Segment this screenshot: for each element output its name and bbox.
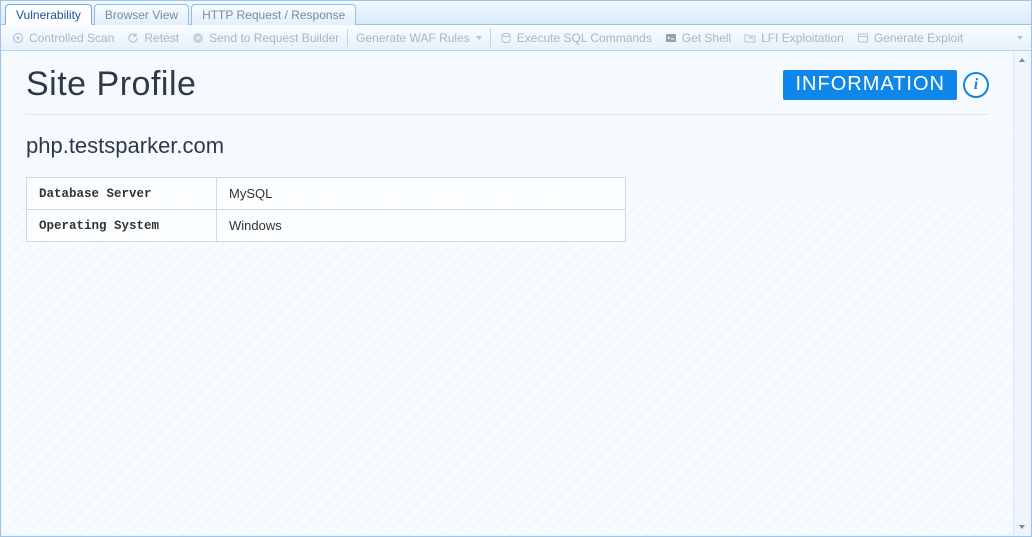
content-area: Site Profile INFORMATION i php.testspark… <box>2 51 1030 535</box>
database-icon <box>499 31 513 45</box>
tab-browser-view[interactable]: Browser View <box>94 4 189 25</box>
toolbar-overflow-button[interactable] <box>1013 36 1027 40</box>
property-value: MySQL <box>217 178 626 210</box>
severity-badge-group: INFORMATION i <box>783 70 989 100</box>
tab-bar: Vulnerability Browser View HTTP Request … <box>1 1 1031 25</box>
execute-sql-commands-button[interactable]: Execute SQL Commands <box>493 27 658 49</box>
app-window: Vulnerability Browser View HTTP Request … <box>0 0 1032 537</box>
generate-exploit-label: Generate Exploit <box>874 31 963 45</box>
generate-exploit-button[interactable]: Generate Exploit <box>850 27 969 49</box>
dropdown-caret-icon <box>476 36 482 40</box>
tab-http-request-response[interactable]: HTTP Request / Response <box>191 4 356 25</box>
folder-arrow-icon <box>743 31 757 45</box>
get-shell-button[interactable]: Get Shell <box>658 27 737 49</box>
properties-table: Database Server MySQL Operating System W… <box>26 177 626 242</box>
severity-badge: INFORMATION <box>783 70 957 100</box>
scroll-down-arrow-icon[interactable] <box>1014 518 1030 535</box>
retest-button[interactable]: Retest <box>120 27 185 49</box>
send-icon <box>191 31 205 45</box>
toolbar: Controlled Scan Retest Send to Request B… <box>1 25 1031 51</box>
get-shell-label: Get Shell <box>682 31 731 45</box>
chevron-down-icon <box>1017 36 1023 40</box>
vertical-scrollbar[interactable] <box>1013 51 1030 535</box>
generate-waf-rules-button[interactable]: Generate WAF Rules <box>350 27 488 49</box>
lfi-exploitation-label: LFI Exploitation <box>761 31 844 45</box>
toolbar-separator <box>490 29 491 47</box>
scroll-up-arrow-icon[interactable] <box>1014 51 1030 68</box>
table-row: Operating System Windows <box>27 210 626 242</box>
tab-vulnerability[interactable]: Vulnerability <box>5 4 92 25</box>
host-heading: php.testsparker.com <box>26 133 989 159</box>
lfi-exploitation-button[interactable]: LFI Exploitation <box>737 27 850 49</box>
target-icon <box>11 31 25 45</box>
generate-waf-rules-label: Generate WAF Rules <box>356 31 470 45</box>
toolbar-separator <box>347 29 348 47</box>
execute-sql-commands-label: Execute SQL Commands <box>517 31 652 45</box>
window-icon <box>856 31 870 45</box>
controlled-scan-label: Controlled Scan <box>29 31 114 45</box>
property-name: Operating System <box>27 210 217 242</box>
table-row: Database Server MySQL <box>27 178 626 210</box>
retest-label: Retest <box>144 31 179 45</box>
send-to-request-builder-button[interactable]: Send to Request Builder <box>185 27 345 49</box>
property-value: Windows <box>217 210 626 242</box>
content-scroll: Site Profile INFORMATION i php.testspark… <box>2 51 1013 535</box>
controlled-scan-button[interactable]: Controlled Scan <box>5 27 120 49</box>
refresh-icon <box>126 31 140 45</box>
property-name: Database Server <box>27 178 217 210</box>
terminal-icon <box>664 31 678 45</box>
page-title: Site Profile <box>26 65 196 104</box>
info-icon: i <box>963 72 989 98</box>
send-to-request-builder-label: Send to Request Builder <box>209 31 339 45</box>
page-header: Site Profile INFORMATION i <box>26 65 989 115</box>
